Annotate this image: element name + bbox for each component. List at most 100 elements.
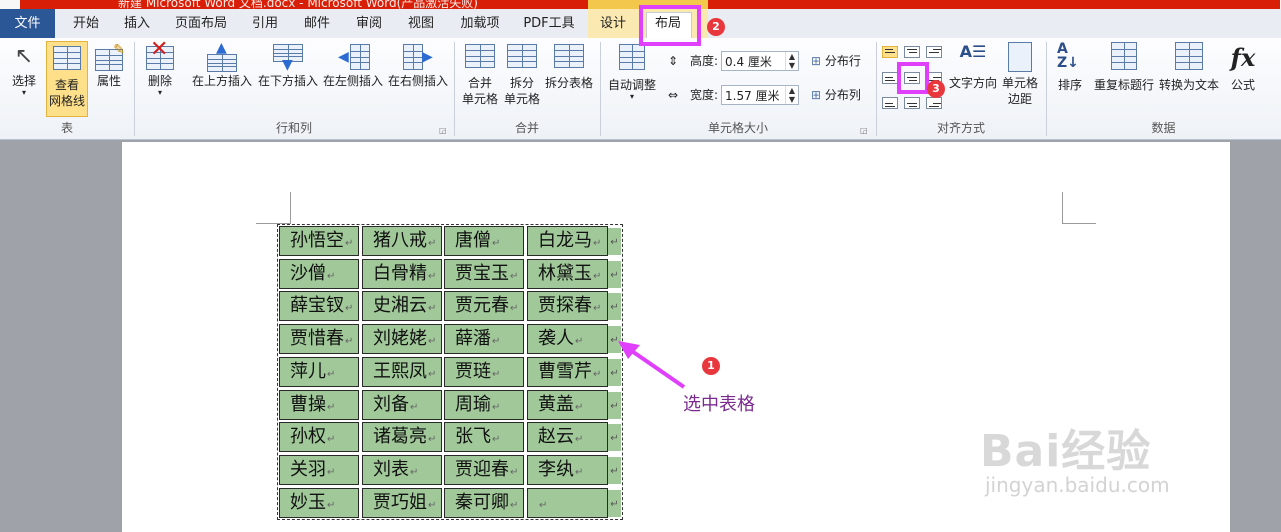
tab-mailings[interactable]: 邮件 [294, 9, 340, 38]
split-table-button[interactable]: 拆分表格 [542, 44, 596, 91]
dialog-launcher-icon[interactable]: ◲ [860, 122, 868, 140]
spinner-icon[interactable]: ▲ ▼ [785, 52, 798, 70]
select-button[interactable]: ↖ 选择 ▾ [4, 44, 44, 97]
convert-to-text-button[interactable]: 转换为文本 [1158, 42, 1220, 93]
repeat-header-label: 重复标题行 [1093, 78, 1154, 92]
step-badge-3: 3 [927, 80, 945, 98]
text-direction-icon: A☰ [959, 42, 987, 61]
highlight-align-center [897, 62, 929, 94]
insert-right-label: 在右侧插入 [387, 74, 448, 88]
insert-below-button[interactable]: ▼ 在下方插入 [256, 44, 320, 89]
text-direction-label: 文字方向 [948, 76, 997, 90]
delete-table-icon: ✕ [146, 39, 174, 70]
align-bottom-right-icon[interactable] [926, 97, 942, 109]
watermark-url: jingyan.baidu.com [985, 473, 1170, 497]
repeat-header-rows-button[interactable]: 重复标题行 [1092, 42, 1156, 93]
autofit-icon [604, 44, 660, 74]
delete-button[interactable]: ✕ 删除 ▾ [140, 39, 180, 97]
row-height-input[interactable]: 0.4 厘米 ▲ ▼ [721, 51, 799, 71]
split-cells-button[interactable]: 拆分 单元格 [500, 44, 544, 107]
tab-home[interactable]: 开始 [62, 9, 110, 38]
merge-label-2: 单元格 [461, 92, 498, 106]
insert-above-icon: ▲ [207, 40, 237, 72]
insert-left-label: 在左侧插入 [322, 74, 383, 88]
cursor-icon: ↖ [14, 44, 34, 69]
split-table-icon [542, 44, 596, 72]
autofit-button[interactable]: 自动调整 ▾ [604, 44, 660, 101]
split-cells-icon [500, 44, 544, 72]
row-height-icon: ⇕ [668, 54, 679, 68]
tab-pdf-tools[interactable]: PDF工具 [516, 9, 582, 38]
repeat-header-icon [1092, 42, 1156, 74]
align-bottom-center-icon[interactable] [904, 97, 920, 109]
annotation-arrow [618, 341, 686, 389]
insert-left-button[interactable]: ◀ 在左侧插入 [321, 44, 385, 89]
cell-margins-icon [1008, 42, 1032, 72]
tab-insert[interactable]: 插入 [114, 9, 160, 38]
insert-above-label: 在上方插入 [191, 74, 252, 88]
align-bottom-left-icon[interactable] [882, 97, 898, 109]
tab-review[interactable]: 审阅 [346, 9, 392, 38]
watermark-logo: Bai经验 [980, 426, 1152, 477]
properties-button[interactable]: ✎ 属性 [90, 42, 128, 89]
insert-above-button[interactable]: ▲ 在上方插入 [190, 40, 254, 89]
split-label-2: 单元格 [503, 92, 540, 106]
width-label: 宽度: [690, 88, 719, 102]
spinner-icon[interactable]: ▲ ▼ [785, 86, 798, 104]
margin-corner-mark [1062, 223, 1096, 224]
distribute-rows-button[interactable]: ⊞ 分布行 [811, 52, 861, 70]
insert-right-button[interactable]: ▶ 在右侧插入 [386, 44, 450, 89]
tab-file[interactable]: 文件 [0, 9, 55, 38]
tab-view[interactable]: 视图 [398, 9, 444, 38]
group-label-merge: 合并 [514, 121, 539, 135]
sort-button[interactable]: A Z↓ 排序 [1052, 42, 1088, 93]
formula-label: 公式 [1230, 78, 1255, 92]
sort-label: 排序 [1057, 78, 1082, 92]
distribute-columns-button[interactable]: ⊞ 分布列 [811, 86, 861, 104]
ribbon: ↖ 选择 ▾ 查看 网格线 ✎ 属性 表 ✕ 删除 ▾ ▲ 在上方插入 ▼ 在下… [0, 38, 1281, 140]
group-label-data: 数据 [1151, 121, 1176, 135]
convert-text-label: 转换为文本 [1158, 78, 1219, 92]
cell-margins-label-2: 边距 [1007, 92, 1032, 106]
formula-button[interactable]: fx 公式 [1224, 42, 1262, 93]
tab-references[interactable]: 引用 [242, 9, 288, 38]
insert-right-icon: ▶ [403, 44, 433, 70]
insert-below-icon: ▼ [273, 44, 303, 73]
insert-left-icon: ◀ [338, 44, 370, 70]
highlight-layout-tab [639, 5, 701, 46]
column-width-value: 1.57 厘米 [725, 89, 780, 103]
select-label: 选择 [11, 74, 36, 88]
insert-below-label: 在下方插入 [257, 74, 318, 88]
tab-addins[interactable]: 加载项 [452, 9, 508, 38]
align-top-center-icon[interactable] [904, 46, 920, 58]
autofit-label: 自动调整 [607, 78, 656, 92]
annotation-select-table: 选中表格 [683, 394, 755, 415]
dialog-launcher-icon[interactable]: ◲ [439, 122, 447, 140]
dropdown-arrow-icon: ▾ [21, 88, 26, 97]
table-selection-outline [277, 224, 623, 521]
step-badge-1: 1 [702, 357, 720, 375]
split-table-label: 拆分表格 [544, 76, 593, 90]
align-middle-left-icon[interactable] [882, 72, 898, 84]
properties-label: 属性 [96, 74, 121, 88]
margin-corner-mark [1062, 192, 1063, 224]
merge-cells-icon [458, 44, 502, 72]
tab-design[interactable]: 设计 [592, 9, 634, 38]
merge-cells-button[interactable]: 合并 单元格 [458, 44, 502, 107]
tab-page-layout[interactable]: 页面布局 [166, 9, 236, 38]
row-height-value: 0.4 厘米 [725, 55, 772, 69]
distribute-rows-label: 分布行 [824, 54, 861, 68]
convert-to-text-icon [1158, 42, 1220, 74]
group-label-alignment: 对齐方式 [936, 121, 985, 135]
view-gridlines-label-1: 查看 [54, 78, 79, 92]
group-label-table: 表 [60, 121, 73, 135]
align-top-right-icon[interactable] [926, 46, 942, 58]
align-top-left-icon[interactable] [882, 46, 898, 58]
sort-az-icon: A Z↓ [1057, 41, 1079, 71]
view-gridlines-label-2: 网格线 [48, 94, 85, 108]
column-width-input[interactable]: 1.57 厘米 ▲ ▼ [721, 85, 799, 105]
text-direction-button[interactable]: A☰ 文字方向 [948, 42, 998, 91]
view-gridlines-button[interactable]: 查看 网格线 [46, 41, 88, 117]
distribute-columns-label: 分布列 [824, 88, 861, 102]
cell-margins-button[interactable]: 单元格 边距 [998, 42, 1042, 107]
